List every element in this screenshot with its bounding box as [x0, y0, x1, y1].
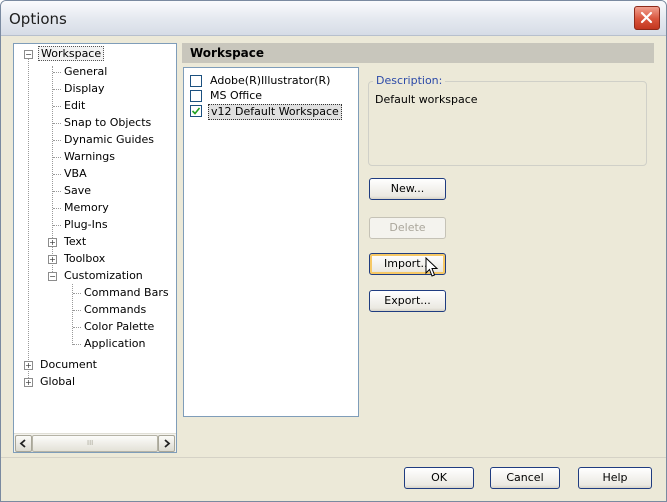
tree-connector	[73, 293, 81, 294]
collapse-icon[interactable]: −	[24, 50, 33, 59]
tree-item-plug-ins[interactable]: Plug-Ins	[62, 217, 110, 233]
tree-connector	[53, 174, 61, 175]
tree-connector	[53, 89, 61, 90]
tree-connector	[53, 72, 61, 73]
cancel-button[interactable]: Cancel	[490, 467, 560, 489]
workspace-checkbox[interactable]	[190, 105, 202, 117]
help-button[interactable]: Help	[578, 467, 652, 489]
tree-connector	[73, 327, 81, 328]
tree-item-snap-to-objects[interactable]: Snap to Objects	[62, 115, 153, 131]
expand-icon[interactable]: +	[24, 361, 33, 370]
scrollbar-thumb[interactable]: III	[32, 435, 158, 452]
delete-button[interactable]: Delete	[369, 217, 446, 239]
ok-button[interactable]: OK	[404, 467, 474, 489]
tree-connector	[53, 208, 61, 209]
options-tree[interactable]: − Workspace General Display Edit Snap to…	[13, 43, 177, 453]
tree-item-warnings[interactable]: Warnings	[62, 149, 117, 165]
new-button[interactable]: New...	[369, 178, 446, 200]
pointer-cursor-icon	[425, 257, 439, 277]
collapse-icon[interactable]: −	[48, 272, 57, 281]
tree-connector	[53, 140, 61, 141]
expand-icon[interactable]: +	[24, 378, 33, 387]
export-button[interactable]: Export...	[369, 290, 446, 312]
workspace-checkbox[interactable]	[190, 75, 202, 87]
workspace-list[interactable]: Adobe(R)Illustrator(R) MS Office v12 Def…	[183, 67, 359, 417]
close-button[interactable]	[634, 6, 660, 30]
tree-connector	[53, 225, 61, 226]
tree-item-color-palette[interactable]: Color Palette	[82, 319, 156, 335]
checkmark-icon	[191, 107, 201, 115]
tree-item-memory[interactable]: Memory	[62, 200, 111, 216]
tree-item-command-bars[interactable]: Command Bars	[82, 285, 171, 301]
tree-connector	[53, 106, 61, 107]
grip-icon: III	[87, 439, 94, 447]
panel-title: Workspace	[182, 43, 654, 63]
options-dialog: Options − Workspace General Display Edit	[0, 0, 667, 502]
scroll-right-button[interactable]	[158, 435, 175, 452]
arrow-right-icon	[164, 439, 171, 448]
workspace-checkbox[interactable]	[190, 90, 202, 102]
tree-connector	[28, 58, 29, 382]
tree-connector	[73, 344, 81, 345]
tree-item-workspace[interactable]: − Workspace	[24, 46, 105, 62]
tree-item-customization[interactable]: − Customization	[48, 268, 145, 284]
tree-horizontal-scrollbar[interactable]: III	[14, 433, 176, 452]
window-title: Options	[9, 10, 67, 28]
tree-item-commands[interactable]: Commands	[82, 302, 148, 318]
tree-item-dynamic-guides[interactable]: Dynamic Guides	[62, 132, 156, 148]
tree-item-document[interactable]: + Document	[24, 357, 99, 373]
tree-connector	[53, 191, 61, 192]
tree-item-text[interactable]: + Text	[48, 234, 88, 250]
expand-icon[interactable]: +	[48, 238, 57, 247]
description-text: Default workspace	[375, 93, 478, 106]
tree-item-edit[interactable]: Edit	[62, 98, 87, 114]
tree-item-application[interactable]: Application	[82, 336, 147, 352]
description-label: Description:	[373, 74, 446, 87]
arrow-left-icon	[19, 439, 26, 448]
tree-item-display[interactable]: Display	[62, 81, 107, 97]
tree-connector	[53, 157, 61, 158]
tree-connector	[53, 123, 61, 124]
tree-item-global[interactable]: + Global	[24, 374, 77, 390]
dialog-footer	[1, 458, 666, 501]
tree-item-toolbox[interactable]: + Toolbox	[48, 251, 107, 267]
expand-icon[interactable]: +	[48, 255, 57, 264]
title-bar[interactable]: Options	[1, 1, 666, 36]
tree-item-save[interactable]: Save	[62, 183, 93, 199]
close-icon	[640, 11, 653, 24]
tree-item-general[interactable]: General	[62, 64, 109, 80]
tree-item-vba[interactable]: VBA	[62, 166, 89, 182]
scroll-left-button[interactable]	[15, 435, 32, 452]
tree-connector	[73, 310, 81, 311]
